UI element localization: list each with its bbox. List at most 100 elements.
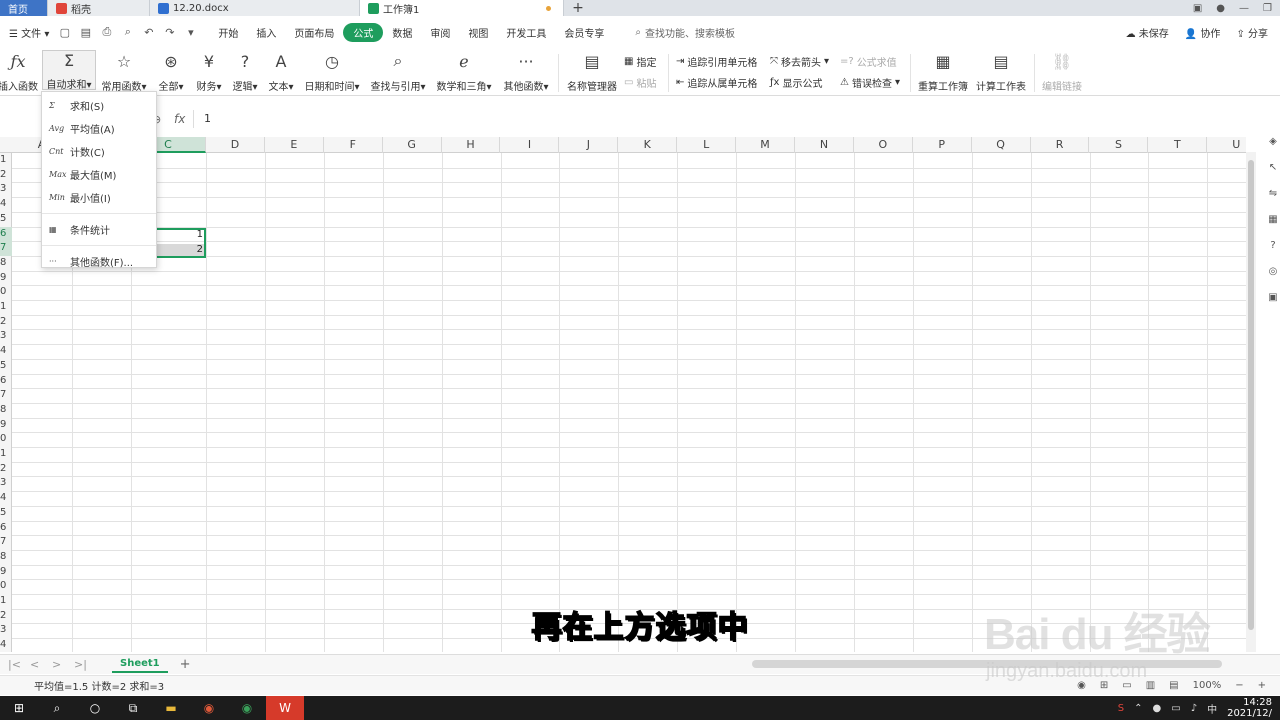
row-header[interactable]: 3	[0, 182, 12, 197]
all-functions-button[interactable]: ⊛ 全部▾	[156, 50, 186, 94]
print-icon[interactable]: ⎙	[100, 25, 113, 39]
column-header-l[interactable]: L	[677, 137, 737, 153]
sidebar-image-icon[interactable]: ▣	[1266, 284, 1280, 310]
menu-review[interactable]: 审阅	[421, 25, 459, 40]
calc-sheet-button[interactable]: ▤ 计算工作表	[974, 50, 1028, 94]
menu-member[interactable]: 会员专享	[555, 25, 613, 40]
row-header[interactable]: 7	[0, 535, 12, 550]
last-sheet-icon[interactable]: >|	[74, 658, 88, 671]
sidebar-table-icon[interactable]: ▦	[1266, 206, 1280, 232]
chrome-icon[interactable]: ◉	[190, 696, 228, 720]
menu-data[interactable]: 数据	[383, 25, 421, 40]
export-pdf-icon[interactable]: ▤	[79, 26, 92, 39]
share-button[interactable]: ⇪ 分享	[1236, 25, 1268, 40]
dropdown-item-sum[interactable]: Σ 求和(S)	[42, 94, 156, 117]
specify-button[interactable]: ▦ 指定	[624, 54, 656, 69]
row-header[interactable]: 4	[0, 491, 12, 506]
menu-developer[interactable]: 开发工具	[497, 25, 555, 40]
finance-button[interactable]: ¥ 财务▾	[194, 50, 224, 94]
row-header[interactable]: 6	[0, 226, 12, 242]
name-manager-button[interactable]: ▤ 名称管理器	[566, 50, 618, 94]
chrome-icon[interactable]: ◉	[228, 696, 266, 720]
lookup-button[interactable]: ⌕ 查找与引用▾	[370, 50, 426, 93]
vertical-scrollbar[interactable]	[1246, 152, 1256, 652]
column-header-j[interactable]: J	[559, 137, 619, 153]
column-header-t[interactable]: T	[1148, 137, 1208, 153]
menu-formula[interactable]: 公式	[343, 22, 384, 42]
sidebar-help-icon[interactable]: ?	[1266, 232, 1280, 258]
collab-button[interactable]: 👤 协作	[1185, 25, 1221, 40]
column-header-o[interactable]: O	[854, 137, 913, 153]
row-header[interactable]: 6	[0, 521, 12, 536]
undo-icon[interactable]: ↶	[142, 26, 155, 39]
column-header-p[interactable]: P	[913, 137, 972, 153]
sidebar-select-icon[interactable]: ↖	[1266, 154, 1280, 180]
unsaved-button[interactable]: ☁ 未保存	[1126, 25, 1169, 40]
menu-page-layout[interactable]: 页面布局	[285, 25, 343, 40]
sidebar-backup-icon[interactable]: ◎	[1266, 258, 1280, 284]
ime-tray-icon[interactable]: 中	[1207, 701, 1217, 716]
menu-insert[interactable]: 插入	[247, 25, 285, 40]
remove-arrows-button[interactable]: ⤧ 移去箭头 ▾	[770, 54, 829, 69]
file-menu[interactable]: ☰ 文件 ▾	[0, 25, 58, 40]
row-header[interactable]: 2	[0, 462, 12, 477]
vertical-scroll-thumb[interactable]	[1248, 160, 1254, 630]
dropdown-item-count[interactable]: Cnt 计数(C)	[42, 140, 156, 163]
zoom-in-icon[interactable]: +	[1258, 680, 1266, 691]
column-header-m[interactable]: M	[736, 137, 795, 153]
insert-function-button[interactable]: ƒx 插入函数	[0, 50, 40, 94]
row-header[interactable]: 4	[0, 344, 12, 359]
spreadsheet-grid[interactable]: ABCDEFGHIJKLMNOPQRSTU 123456789012345678…	[0, 137, 1246, 652]
tab-home[interactable]: 首页	[0, 0, 48, 16]
redo-icon[interactable]: ↷	[163, 26, 176, 39]
row-header[interactable]: 9	[0, 271, 12, 286]
row-header[interactable]: 7	[0, 388, 12, 403]
tab-docer[interactable]: 稻壳	[48, 0, 150, 16]
evaluate-formula-button[interactable]: =? 公式求值	[840, 54, 897, 69]
tray-expand-icon[interactable]: ⌃	[1134, 703, 1142, 714]
customize-chevron-icon[interactable]: ▾	[184, 26, 197, 39]
sidebar-property-icon[interactable]: ⇋	[1266, 180, 1280, 206]
row-header[interactable]: 8	[0, 403, 12, 418]
formula-input[interactable]: 1	[193, 110, 1243, 128]
taskbar-clock[interactable]: 14:28 2021/12/	[1227, 697, 1272, 719]
network-tray-icon[interactable]: ▭	[1171, 703, 1180, 714]
datetime-button[interactable]: ◷ 日期和时间▾	[304, 50, 360, 94]
column-header-e[interactable]: E	[265, 137, 324, 153]
text-functions-button[interactable]: A 文本▾	[266, 50, 296, 94]
row-header[interactable]: 9	[0, 418, 12, 433]
print-preview-icon[interactable]: ⌕	[121, 25, 134, 39]
row-header[interactable]: 2	[0, 168, 12, 183]
row-header[interactable]: 1	[0, 153, 12, 168]
row-header[interactable]: 0	[0, 432, 12, 447]
row-header[interactable]: 0	[0, 579, 12, 594]
common-functions-button[interactable]: ☆ 常用函数▾	[100, 50, 148, 94]
dropdown-item-average[interactable]: Avg 平均值(A)	[42, 117, 156, 140]
show-formulas-button[interactable]: ƒx 显示公式	[770, 75, 822, 90]
row-header[interactable]: 8	[0, 256, 12, 271]
menu-view[interactable]: 视图	[459, 25, 497, 40]
paste-button[interactable]: ▭ 粘贴	[624, 75, 656, 90]
add-sheet-button[interactable]: +	[180, 657, 191, 672]
volume-tray-icon[interactable]: ♪	[1191, 703, 1197, 714]
minimize-icon[interactable]: —	[1239, 3, 1249, 14]
sidebar-style-icon[interactable]: ◈	[1266, 128, 1280, 154]
column-header-i[interactable]: I	[501, 137, 560, 153]
row-header[interactable]: 0	[0, 285, 12, 300]
dropdown-item-more[interactable]: ··· 其他函数(F)...	[42, 250, 156, 273]
error-check-button[interactable]: ⚠ 错误检查 ▾	[840, 75, 900, 90]
row-header[interactable]: 1	[0, 300, 12, 315]
column-header-u[interactable]: U	[1207, 137, 1246, 153]
feature-search[interactable]: ⌕ 查找功能、搜索模板	[635, 25, 735, 40]
new-tab-button[interactable]: +	[564, 0, 592, 16]
dropdown-item-conditional[interactable]: ▦ 条件统计	[42, 218, 156, 241]
search-icon[interactable]: ⌕	[38, 696, 76, 720]
task-view-icon[interactable]: ⧉	[114, 696, 152, 720]
row-header[interactable]: 5	[0, 359, 12, 374]
row-header[interactable]: 1	[0, 447, 12, 462]
row-header[interactable]: 3	[0, 329, 12, 344]
first-sheet-icon[interactable]: |<	[8, 658, 22, 671]
wps-icon[interactable]: W	[266, 696, 304, 720]
cortana-icon[interactable]: ○	[76, 696, 114, 720]
column-header-n[interactable]: N	[795, 137, 854, 153]
